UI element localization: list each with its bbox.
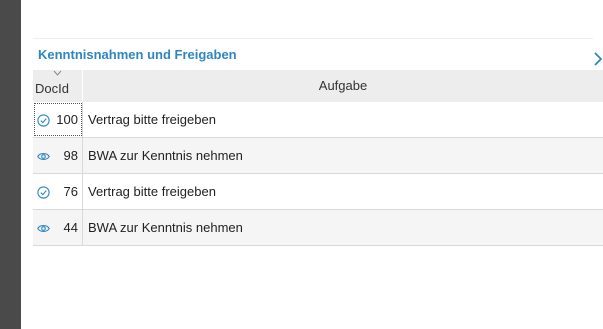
left-sidebar: [0, 0, 21, 329]
check-circle-icon: [37, 114, 50, 127]
docid-cell[interactable]: 44: [33, 210, 83, 245]
column-header-aufgabe[interactable]: Aufgabe: [83, 70, 603, 102]
docid-value: 100: [56, 112, 78, 127]
task-cell: Vertrag bitte freigeben: [88, 184, 216, 199]
task-cell: BWA zur Kenntnis nehmen: [88, 220, 243, 235]
check-circle-icon: [37, 186, 50, 199]
column-header-docid[interactable]: DocId: [33, 70, 83, 102]
docid-value: 98: [63, 148, 78, 163]
chevron-down-icon[interactable]: [53, 70, 62, 76]
panel-divider: [33, 38, 593, 39]
docid-cell[interactable]: 100: [33, 102, 83, 137]
task-cell: Vertrag bitte freigeben: [88, 112, 216, 127]
table-row[interactable]: 98 BWA zur Kenntnis nehmen: [33, 138, 603, 174]
table-row[interactable]: 100 Vertrag bitte freigeben: [33, 102, 603, 138]
chevron-right-icon[interactable]: [594, 52, 602, 66]
column-label-docid: DocId: [35, 81, 69, 96]
table-row[interactable]: 76 Vertrag bitte freigeben: [33, 174, 603, 210]
task-cell: BWA zur Kenntnis nehmen: [88, 148, 243, 163]
docid-value: 44: [63, 220, 78, 235]
table-row[interactable]: 44 BWA zur Kenntnis nehmen: [33, 210, 603, 246]
docid-cell[interactable]: 98: [33, 138, 83, 173]
eye-icon: [37, 153, 50, 160]
approvals-panel: Kenntnisnahmen und Freigaben DocId Aufga…: [33, 38, 603, 329]
table-header: DocId Aufgabe: [33, 70, 603, 102]
docid-value: 76: [63, 184, 78, 199]
app-window: Kenntnisnahmen und Freigaben DocId Aufga…: [0, 0, 603, 329]
panel-title[interactable]: Kenntnisnahmen und Freigaben: [38, 47, 237, 62]
eye-icon: [37, 225, 50, 232]
docid-cell[interactable]: 76: [33, 174, 83, 209]
tasks-table: DocId Aufgabe 100 Vertrag bitte freigebe…: [33, 70, 603, 246]
